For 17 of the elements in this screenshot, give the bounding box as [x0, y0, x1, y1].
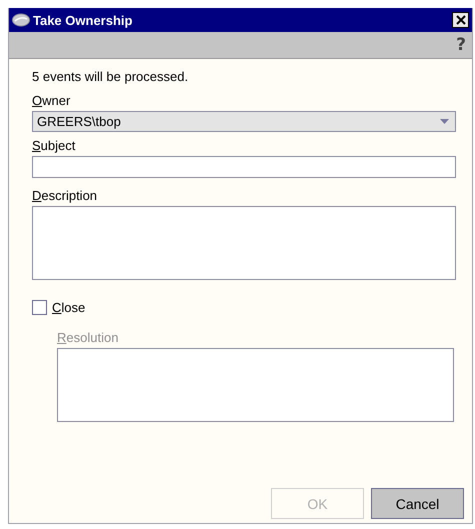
close-button[interactable]: [452, 12, 469, 28]
message-text: 5 events will be processed.: [32, 69, 190, 84]
dropdown-arrow-icon: [440, 119, 449, 124]
close-checkbox[interactable]: [32, 300, 47, 315]
subject-field[interactable]: [32, 156, 456, 178]
field-label: Description: [32, 188, 98, 203]
cancel-button[interactable]: Cancel: [371, 488, 464, 519]
disc-icon: [12, 13, 30, 27]
field-label: Resolution: [57, 330, 118, 345]
owner-dropdown[interactable]: GREERS\tbop: [32, 111, 456, 132]
close-icon: [456, 15, 466, 25]
field-label: Owner: [32, 93, 70, 108]
description-field[interactable]: [32, 206, 456, 280]
checkbox-label: Close: [52, 300, 86, 315]
field-label: Subject: [32, 138, 76, 153]
help-button[interactable]: ?: [456, 35, 466, 55]
window-title: Take Ownership: [33, 12, 134, 28]
